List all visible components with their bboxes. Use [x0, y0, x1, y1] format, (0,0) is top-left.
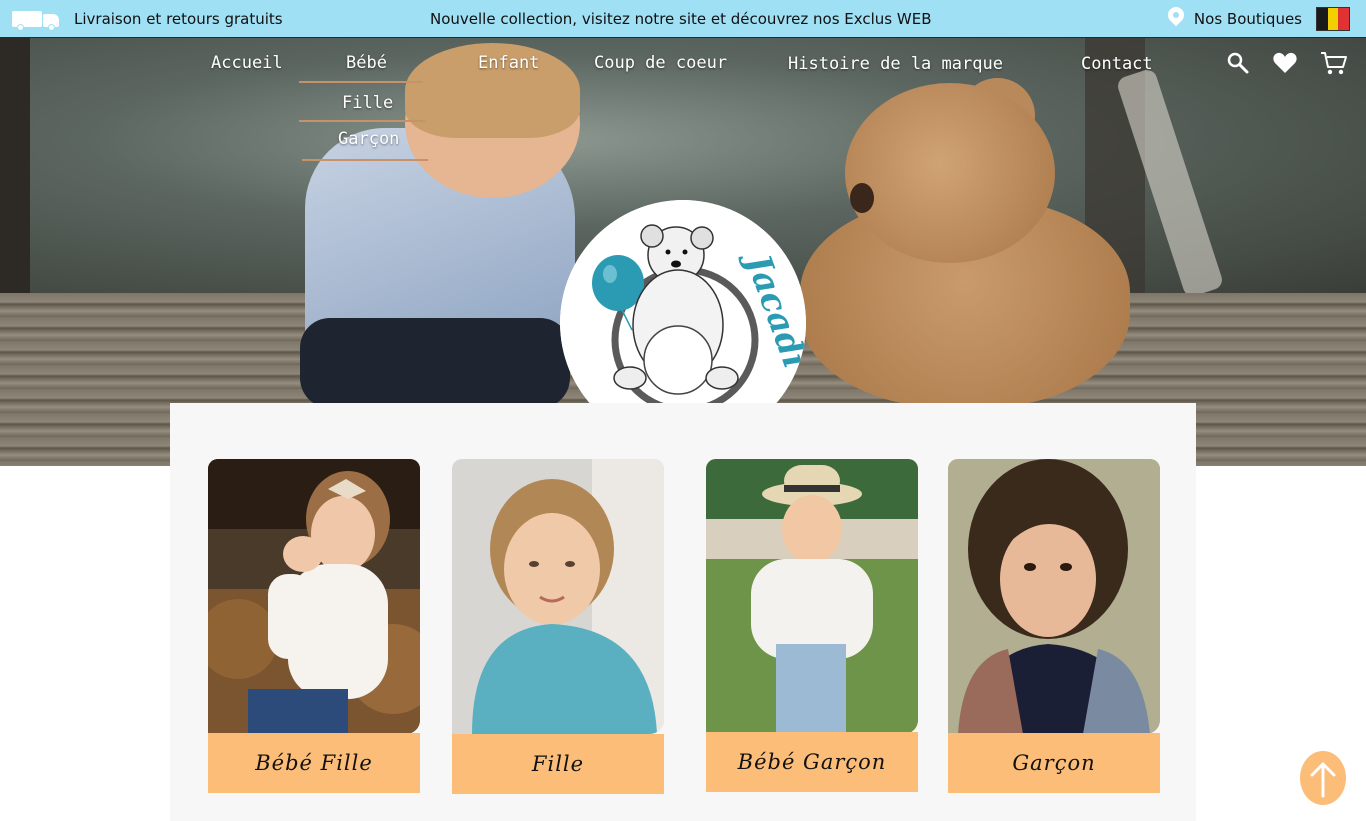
- scroll-to-top-button[interactable]: [1299, 750, 1347, 808]
- nav-icons: [1226, 50, 1348, 76]
- shipping-text: Livraison et retours gratuits: [74, 10, 283, 28]
- category-label[interactable]: Fille: [452, 734, 664, 794]
- nav-coup-de-coeur[interactable]: Coup de coeur: [594, 53, 727, 73]
- arrow-up-icon: [1300, 751, 1346, 805]
- promo-banner: Nouvelle collection, visitez notre site …: [430, 0, 932, 38]
- stores-link[interactable]: Nos Boutiques: [1194, 10, 1302, 28]
- nav-accueil[interactable]: Accueil: [211, 53, 283, 73]
- category-card-garcon[interactable]: Garçon: [948, 459, 1160, 793]
- nav-contact[interactable]: Contact: [1081, 54, 1153, 74]
- top-info-bar: Livraison et retours gratuits Nouvelle c…: [0, 0, 1366, 38]
- category-photo[interactable]: [706, 459, 918, 734]
- submenu-divider: [299, 81, 423, 83]
- shipping-info: Livraison et retours gratuits: [12, 0, 283, 38]
- category-label[interactable]: Garçon: [948, 733, 1160, 793]
- category-card-bebe-fille[interactable]: Bébé Fille: [208, 459, 420, 793]
- category-label[interactable]: Bébé Garçon: [706, 732, 918, 792]
- promo-text[interactable]: Nouvelle collection, visitez notre site …: [430, 10, 932, 28]
- search-icon[interactable]: [1226, 51, 1250, 75]
- truck-icon: [12, 8, 62, 31]
- belgium-flag-icon[interactable]: [1316, 7, 1350, 31]
- stores-area: Nos Boutiques: [1168, 0, 1350, 38]
- nav-enfant[interactable]: Enfant: [478, 53, 539, 73]
- category-photo[interactable]: [452, 459, 664, 734]
- category-panel: Bébé Fille Fille Bébé Garçon Garçon: [170, 403, 1196, 821]
- cart-icon[interactable]: [1320, 50, 1348, 76]
- nav-bebe[interactable]: Bébé: [346, 53, 387, 73]
- submenu-divider: [302, 159, 428, 161]
- category-card-bebe-garcon[interactable]: Bébé Garçon: [706, 459, 918, 793]
- location-pin-icon[interactable]: [1168, 7, 1184, 31]
- submenu-garcon[interactable]: Garçon: [338, 129, 399, 149]
- category-card-fille[interactable]: Fille: [452, 459, 664, 794]
- nav-histoire[interactable]: Histoire de la marque: [788, 54, 1003, 74]
- category-photo[interactable]: [208, 459, 420, 734]
- category-label[interactable]: Bébé Fille: [208, 733, 420, 793]
- submenu-divider: [299, 120, 425, 122]
- category-photo[interactable]: [948, 459, 1160, 734]
- submenu-fille[interactable]: Fille: [342, 93, 393, 113]
- heart-icon[interactable]: [1272, 51, 1298, 75]
